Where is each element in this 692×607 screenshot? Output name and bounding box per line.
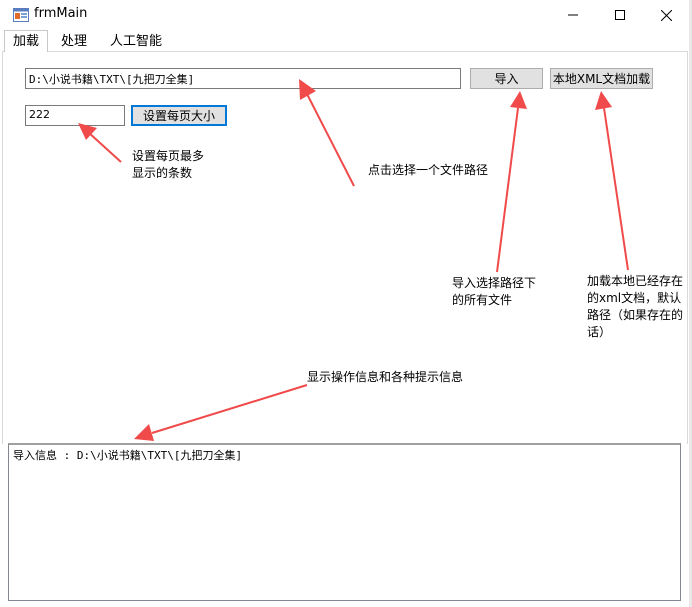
xml-note: 加载本地已经存在 的xml文档，默认 路径（如果存在的 话） bbox=[587, 273, 689, 341]
close-icon bbox=[660, 9, 672, 21]
close-button[interactable] bbox=[643, 0, 689, 30]
app-form-icon bbox=[13, 7, 29, 23]
load-local-xml-button[interactable]: 本地XML文档加载 bbox=[550, 68, 653, 89]
import-note-line: 的所有文件 bbox=[452, 293, 513, 307]
xml-note-line: 路径（如果存在的 bbox=[587, 308, 684, 322]
import-button[interactable]: 导入 bbox=[470, 68, 543, 89]
page-size-note-line: 显示的条数 bbox=[132, 166, 193, 180]
import-note-line: 导入选择路径下 bbox=[452, 276, 537, 290]
window-title: frmMain bbox=[34, 6, 88, 21]
tab-process[interactable]: 处理 bbox=[55, 32, 93, 51]
page-size-note: 设置每页最多 显示的条数 bbox=[132, 148, 204, 182]
page-size-input[interactable]: 222 bbox=[25, 105, 125, 126]
path-note: 点击选择一个文件路径 bbox=[368, 163, 489, 177]
set-page-size-button[interactable]: 设置每页大小 bbox=[131, 105, 227, 126]
tab-ai[interactable]: 人工智能 bbox=[104, 32, 166, 51]
xml-note-line: 加载本地已经存在 bbox=[587, 274, 684, 288]
page-size-note-line: 设置每页最多 bbox=[132, 149, 205, 163]
tab-load[interactable]: 加载 bbox=[4, 30, 48, 52]
import-note: 导入选择路径下 的所有文件 bbox=[452, 275, 536, 309]
log-note: 显示操作信息和各种提示信息 bbox=[307, 370, 464, 384]
minimize-button[interactable] bbox=[550, 0, 596, 30]
xml-note-line: 的xml文档，默认 bbox=[587, 291, 682, 305]
path-input[interactable]: D:\小说书籍\TXT\[九把刀全集] bbox=[25, 68, 461, 89]
xml-note-line: 话） bbox=[587, 325, 612, 339]
minimize-icon bbox=[568, 14, 578, 16]
log-textbox[interactable]: 导入信息 : D:\小说书籍\TXT\[九把刀全集] bbox=[8, 443, 681, 601]
maximize-button[interactable] bbox=[597, 0, 643, 30]
maximize-icon bbox=[615, 10, 625, 20]
